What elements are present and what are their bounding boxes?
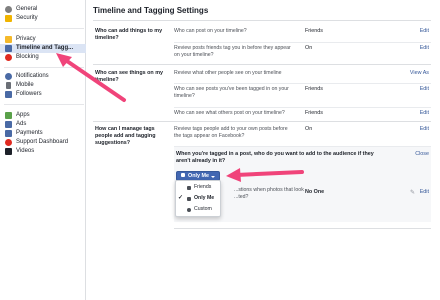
- dropdown-option-label: Friends: [194, 184, 212, 190]
- videos-icon: [5, 148, 12, 155]
- section-divider: [93, 64, 431, 65]
- sidebar-group-account: General Security: [0, 5, 86, 23]
- section-divider: [174, 228, 431, 229]
- sidebar-item-videos[interactable]: Videos: [0, 147, 86, 156]
- sidebar-item-security[interactable]: Security: [0, 14, 86, 23]
- lock-icon: [187, 197, 191, 201]
- sidebar-item-label: Apps: [16, 112, 30, 118]
- sidebar-group-privacy: Privacy Timeline and Tagg... Blocking: [0, 35, 86, 62]
- setting-value: Friends: [305, 86, 323, 92]
- sidebar-item-label: Ads: [16, 121, 27, 127]
- setting-value: On: [305, 45, 313, 51]
- followers-icon: [5, 91, 12, 98]
- sidebar-divider: [4, 67, 84, 68]
- edit-link[interactable]: Edit: [420, 28, 429, 34]
- edit-link[interactable]: Edit: [420, 45, 429, 51]
- sidebar-item-label: General: [16, 6, 38, 12]
- sidebar-item-blocking[interactable]: Blocking: [0, 53, 86, 62]
- expanded-setting-question: When you're tagged in a post, who do you…: [176, 151, 374, 164]
- section-label-see-things: Who can see things on my timeline?: [95, 70, 163, 83]
- sidebar-item-label: Notifications: [16, 73, 49, 79]
- sidebar-item-label: Blocking: [16, 54, 39, 60]
- setting-row: Who can see what others post on your tim…: [174, 107, 431, 119]
- page-title: Timeline and Tagging Settings: [93, 6, 209, 15]
- sidebar-divider: [4, 104, 84, 105]
- section-label-add-things: Who can add things to my timeline?: [95, 28, 163, 41]
- apps-icon: [5, 112, 12, 119]
- setting-question: ...stions when photos that look ...ted?: [234, 187, 304, 200]
- sidebar-group-apps: Apps Ads Payments Support Dashboard Vide…: [0, 111, 86, 156]
- sidebar-item-label: Support Dashboard: [16, 139, 69, 145]
- sidebar-item-privacy[interactable]: Privacy: [0, 35, 86, 44]
- setting-question: Who can see posts you've been tagged in …: [174, 86, 289, 99]
- gear-icon: [5, 6, 12, 13]
- sidebar-item-label: Payments: [16, 130, 43, 136]
- blocking-icon: [5, 54, 12, 61]
- sidebar-item-label: Privacy: [16, 36, 36, 42]
- audience-dropdown-menu: Friends ✓ Only Me Custom: [175, 180, 221, 217]
- settings-sidebar: General Security Privacy Timeline and Ta…: [0, 0, 86, 300]
- setting-question: Who can see what others post on your tim…: [174, 110, 285, 116]
- sidebar-item-notifications[interactable]: Notifications: [0, 72, 86, 81]
- dropdown-option-custom[interactable]: Custom: [176, 204, 220, 215]
- support-icon: [5, 139, 12, 146]
- view-as-link[interactable]: View As: [410, 70, 429, 76]
- chevron-down-icon: [211, 176, 215, 178]
- lock-icon: [181, 173, 185, 177]
- sidebar-item-general[interactable]: General: [0, 5, 86, 14]
- setting-question: Review tags people add to your own posts…: [174, 126, 288, 139]
- mobile-icon: [6, 82, 11, 89]
- sidebar-item-apps[interactable]: Apps: [0, 111, 86, 120]
- lock-icon: [5, 36, 12, 43]
- check-icon: ✓: [178, 195, 184, 201]
- globe-icon: [5, 73, 12, 80]
- sidebar-item-support-dashboard[interactable]: Support Dashboard: [0, 138, 86, 147]
- gear-icon: [187, 208, 191, 212]
- sidebar-divider: [4, 28, 84, 29]
- timeline-icon: [5, 45, 12, 52]
- dropdown-option-label: Only Me: [194, 195, 215, 201]
- edit-link[interactable]: Edit: [420, 189, 429, 195]
- pencil-icon: ✎: [409, 190, 415, 196]
- sidebar-item-label: Timeline and Tagg...: [16, 45, 74, 51]
- setting-row: Who can see posts you've been tagged in …: [174, 83, 431, 103]
- dropdown-option-label: Custom: [194, 206, 212, 212]
- audience-selector-label: Only Me: [188, 173, 209, 179]
- section-label-manage-tags: How can I manage tags people add and tag…: [95, 126, 156, 146]
- sidebar-item-followers[interactable]: Followers: [0, 90, 86, 99]
- setting-question: Review what other people see on your tim…: [174, 70, 282, 76]
- edit-link[interactable]: Edit: [420, 86, 429, 92]
- dropdown-option-friends[interactable]: Friends: [176, 182, 220, 193]
- dropdown-option-only-me[interactable]: ✓ Only Me: [176, 193, 220, 204]
- edit-link[interactable]: Edit: [420, 110, 429, 116]
- setting-value: Friends: [305, 28, 323, 34]
- sidebar-item-label: Security: [16, 15, 38, 21]
- setting-row: Review tags people add to your own posts…: [174, 124, 431, 146]
- sidebar-group-notifications: Notifications Mobile Followers: [0, 72, 86, 99]
- close-link[interactable]: Close: [415, 151, 429, 157]
- setting-value: No One: [305, 189, 325, 195]
- payments-icon: [5, 130, 12, 137]
- shield-icon: [5, 15, 12, 22]
- sidebar-item-mobile[interactable]: Mobile: [0, 81, 86, 90]
- setting-value: On: [305, 126, 313, 132]
- setting-row: Who can post on your timeline? Friends E…: [174, 26, 431, 41]
- sidebar-item-label: Videos: [16, 148, 35, 154]
- setting-question: Review posts friends tag you in before t…: [174, 45, 291, 58]
- ads-icon: [5, 121, 12, 128]
- sidebar-item-label: Followers: [16, 91, 42, 97]
- settings-main: Timeline and Tagging Settings Who can ad…: [87, 0, 440, 300]
- setting-row: Review posts friends tag you in before t…: [174, 42, 431, 62]
- setting-row: Review what other people see on your tim…: [174, 68, 431, 82]
- section-divider: [93, 121, 431, 122]
- sidebar-item-label: Mobile: [16, 82, 34, 88]
- setting-value: Friends: [305, 110, 323, 116]
- setting-question: Who can post on your timeline?: [174, 28, 247, 34]
- edit-link[interactable]: Edit: [420, 126, 429, 132]
- friends-icon: [187, 186, 191, 190]
- sidebar-item-ads[interactable]: Ads: [0, 120, 86, 129]
- sidebar-item-payments[interactable]: Payments: [0, 129, 86, 138]
- title-divider: [93, 20, 431, 21]
- sidebar-item-timeline-and-tagging[interactable]: Timeline and Tagg...: [0, 44, 86, 53]
